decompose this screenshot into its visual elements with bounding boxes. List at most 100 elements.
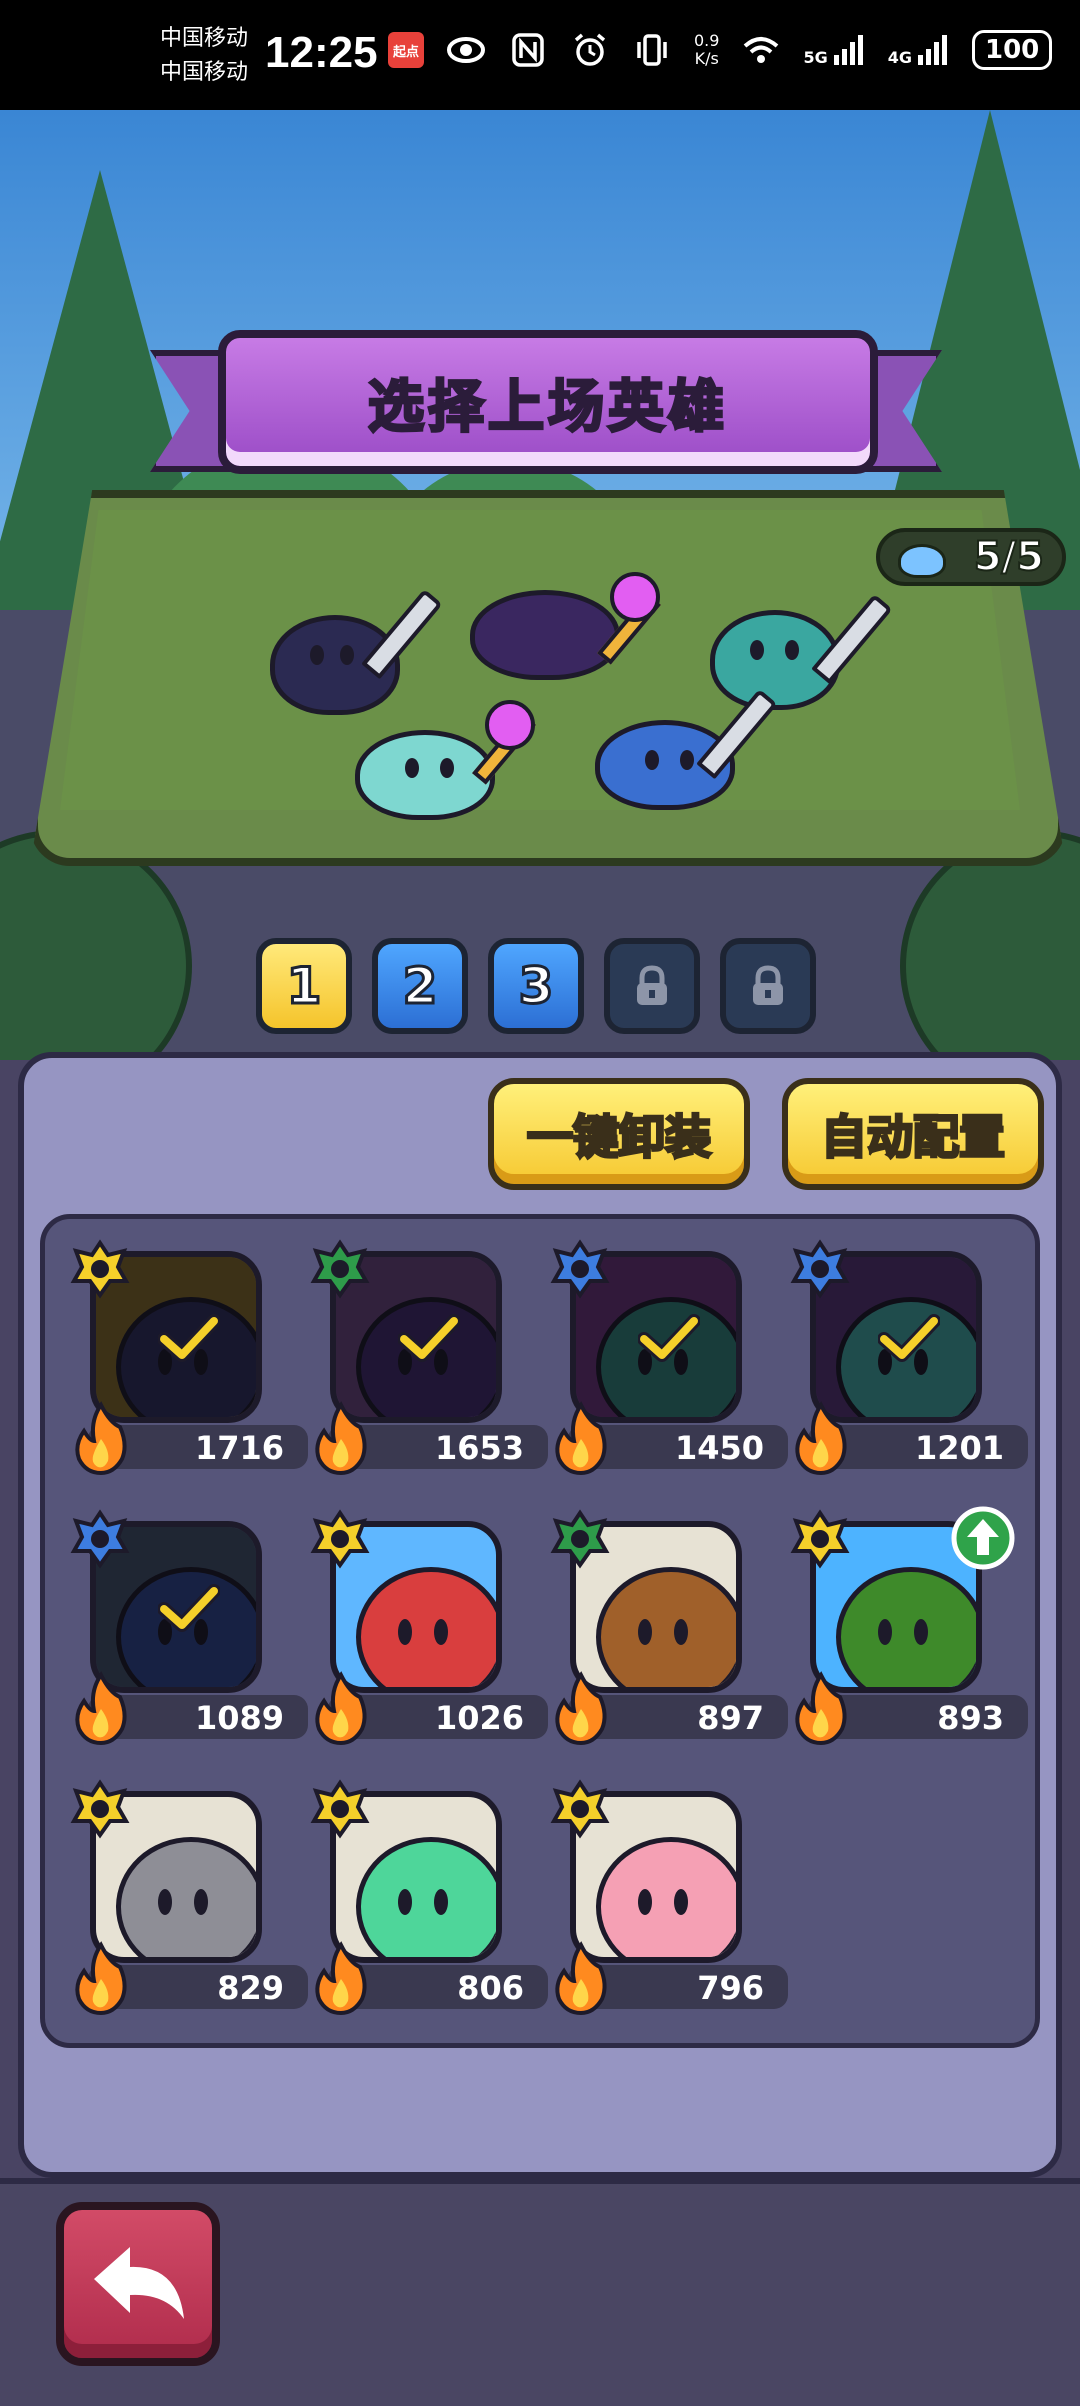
fire-icon: [795, 1671, 847, 1746]
fire-icon: [555, 1671, 607, 1746]
upgrade-arrow-icon: [951, 1506, 1015, 1570]
rank-badge-icon: [790, 1509, 850, 1569]
alarm-icon: [570, 30, 610, 70]
deployed-hero-purple-cat[interactable]: [460, 560, 661, 680]
net-speed: 0.9 K/s: [694, 32, 719, 68]
signal-icon: [917, 35, 947, 65]
lock-icon: [637, 965, 667, 1005]
sim1-signal: 5G: [803, 33, 865, 67]
rank-badge-icon: [70, 1779, 130, 1839]
fire-icon: [315, 1671, 367, 1746]
vibrate-icon: [632, 30, 672, 70]
deployed-hero-spiked-slime[interactable]: [585, 688, 785, 810]
hero-eye: [638, 1889, 652, 1915]
team-tab-1[interactable]: 1: [256, 938, 352, 1034]
hero-power-value: 1450: [674, 1429, 764, 1467]
hero-card[interactable]: 897: [550, 1509, 790, 1749]
team-tab-3[interactable]: 3: [488, 938, 584, 1034]
fire-icon: [555, 1941, 607, 2016]
hero-body: [836, 1567, 976, 1687]
deploy-slots-count: 5/5: [973, 533, 1045, 581]
hero-body: [596, 1567, 736, 1687]
hero-power-value: 796: [697, 1969, 764, 2007]
hero-card[interactable]: 1653: [310, 1239, 550, 1479]
fire-icon: [75, 1401, 127, 1476]
rank-badge-icon: [550, 1239, 610, 1299]
rank-badge-icon: [70, 1509, 130, 1569]
hero-power-value: 897: [697, 1699, 764, 1737]
hero-card[interactable]: 829: [70, 1779, 310, 2019]
rank-badge-icon: [550, 1779, 610, 1839]
title-banner: 选择上场英雄: [218, 330, 878, 474]
battery-indicator: 100: [971, 30, 1053, 70]
unequip-all-button[interactable]: 一键卸装: [488, 1078, 750, 1190]
deployed-hero-bunny-leader[interactable]: [345, 680, 545, 820]
hero-power-value: 893: [937, 1699, 1004, 1737]
hero-eye: [398, 1889, 412, 1915]
hero-body: [356, 1837, 496, 1957]
hero-body: [356, 1567, 496, 1687]
carrier-1: 中国移动: [160, 26, 249, 51]
rank-badge-icon: [790, 1239, 850, 1299]
slime-icon: [898, 544, 946, 578]
wifi-icon: [741, 30, 781, 70]
hero-card[interactable]: 796: [550, 1779, 790, 2019]
hero-card[interactable]: 1716: [70, 1239, 310, 1479]
hero-power-value: 1653: [434, 1429, 524, 1467]
team-tab-label: 1: [285, 956, 323, 1017]
hero-eye: [398, 1619, 412, 1645]
net-speed-unit: K/s: [694, 49, 719, 68]
clock: 12:25: [265, 28, 378, 77]
team-tab-label: 2: [401, 956, 439, 1017]
fire-icon: [315, 1401, 367, 1476]
hero-eye: [674, 1619, 688, 1645]
nfc-icon: [508, 30, 548, 70]
hero-eye: [158, 1889, 172, 1915]
auto-config-button[interactable]: 自动配置: [782, 1078, 1044, 1190]
hero-card[interactable]: 1026: [310, 1509, 550, 1749]
rank-badge-icon: [70, 1239, 130, 1299]
status-bar: 中国移动 中国移动 12:25 起点 0.9 K/s 5G 4G 100: [0, 0, 1080, 110]
hero-power-value: 1026: [434, 1699, 524, 1737]
hero-power-value: 806: [457, 1969, 524, 2007]
rank-badge-icon: [310, 1239, 370, 1299]
sim2-signal: 4G: [888, 33, 950, 67]
team-tab-4-locked[interactable]: [604, 938, 700, 1034]
carrier-labels: 中国移动 中国移动: [160, 22, 248, 90]
hero-power-value: 1089: [194, 1699, 284, 1737]
deploy-slots-badge: 5/5: [876, 528, 1066, 586]
fire-icon: [315, 1941, 367, 2016]
team-tab-2[interactable]: 2: [372, 938, 468, 1034]
hero-eye: [434, 1889, 448, 1915]
checkmark-icon: [398, 1314, 460, 1362]
carrier-2: 中国移动: [160, 60, 249, 85]
hero-card[interactable]: 1201: [790, 1239, 1030, 1479]
hero-power-value: 829: [217, 1969, 284, 2007]
sim2-type: 4G: [887, 48, 912, 67]
fire-icon: [75, 1941, 127, 2016]
hero-card[interactable]: 1089: [70, 1509, 310, 1749]
hero-card[interactable]: 1450: [550, 1239, 790, 1479]
checkmark-icon: [638, 1314, 700, 1362]
net-speed-value: 0.9: [694, 31, 720, 50]
team-tab-label: 3: [517, 956, 555, 1017]
fire-icon: [795, 1401, 847, 1476]
hero-power-value: 1716: [194, 1429, 284, 1467]
hero-eye: [434, 1619, 448, 1645]
sim1-type: 5G: [803, 48, 828, 67]
back-button[interactable]: [56, 2202, 220, 2366]
hero-power-value: 1201: [914, 1429, 1004, 1467]
eye-icon: [446, 30, 486, 70]
fire-icon: [75, 1671, 127, 1746]
fire-icon: [555, 1401, 607, 1476]
hero-grid: 1716 1653 1450 1201 1089 1026 897 893 829 806 796: [40, 1214, 1040, 2048]
hero-card[interactable]: 893: [790, 1506, 1030, 1749]
team-tabs: 1 2 3: [256, 938, 816, 1034]
checkmark-icon: [878, 1314, 940, 1362]
back-arrow-icon: [94, 2247, 184, 2319]
team-tab-5-locked[interactable]: [720, 938, 816, 1034]
hero-card[interactable]: 806: [310, 1779, 550, 2019]
checkmark-icon: [158, 1584, 220, 1632]
hero-eye: [914, 1619, 928, 1645]
rank-badge-icon: [550, 1509, 610, 1569]
